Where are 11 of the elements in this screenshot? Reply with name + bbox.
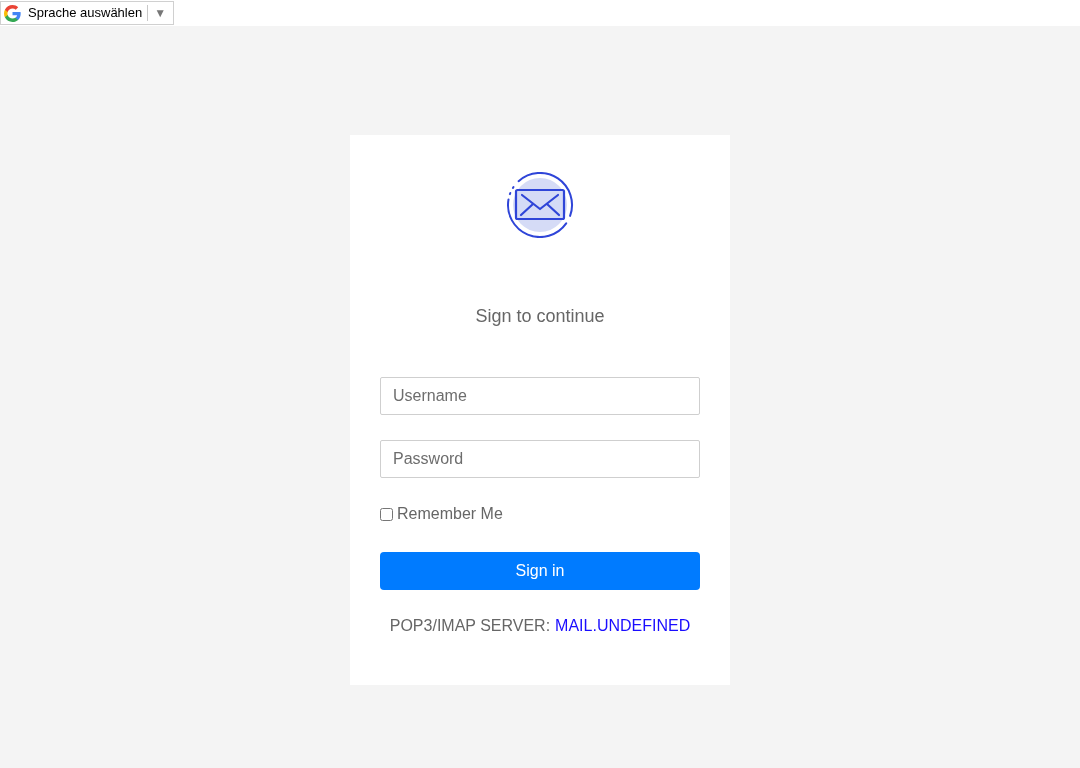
server-link[interactable]: MAIL.UNDEFINED	[555, 616, 691, 636]
envelope-in-circle-icon	[504, 172, 576, 238]
google-logo-icon	[4, 4, 21, 22]
sign-in-button[interactable]: Sign in	[380, 552, 700, 590]
remember-me-label: Remember Me	[397, 504, 503, 524]
login-title: Sign to continue	[475, 306, 605, 326]
language-select[interactable]: Sprache auswählen ▼	[0, 1, 174, 25]
password-field[interactable]: Password	[380, 440, 700, 478]
server-label: POP3/IMAP SERVER:	[389, 616, 551, 636]
remember-me-checkbox[interactable]	[380, 507, 393, 521]
username-field[interactable]: Username	[380, 377, 700, 415]
